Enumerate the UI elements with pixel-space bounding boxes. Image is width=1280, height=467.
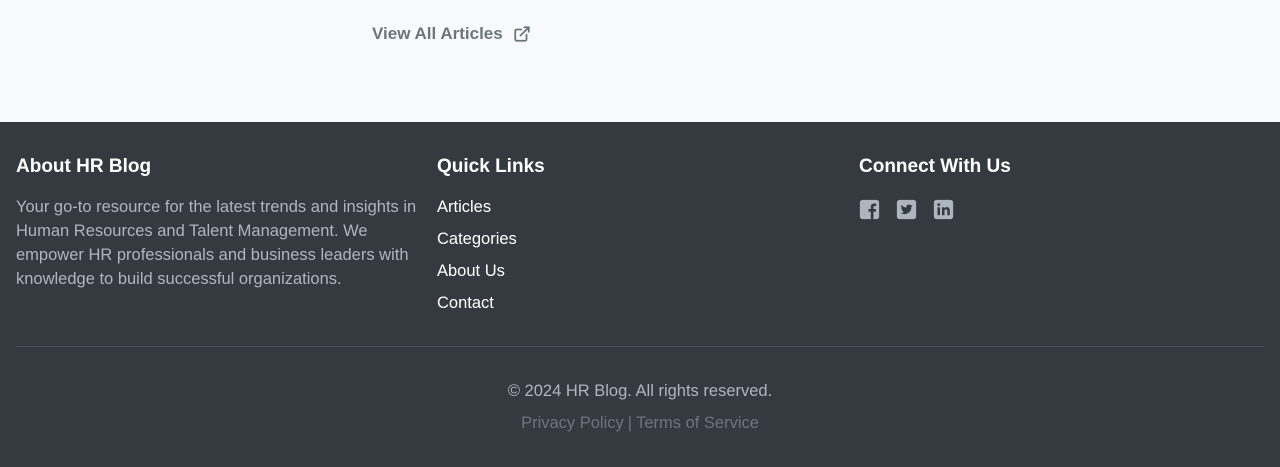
linkedin-icon xyxy=(933,199,954,220)
legal-links: Privacy Policy | Terms of Service xyxy=(0,411,1280,435)
quick-link-item: Articles xyxy=(437,195,837,227)
about-description: Your go-to resource for the latest trend… xyxy=(16,198,417,288)
about-heading: About HR Blog xyxy=(16,156,152,177)
linkedin-link[interactable] xyxy=(933,199,954,220)
social-links xyxy=(859,199,1259,220)
twitter-link[interactable] xyxy=(896,199,917,220)
external-link-icon xyxy=(514,26,530,42)
site-footer: About HR Blog Your go-to resource for th… xyxy=(0,122,1280,467)
quick-link-item: Categories xyxy=(437,227,837,259)
quick-links-list: Articles Categories About Us Contact xyxy=(437,195,837,323)
facebook-link[interactable] xyxy=(859,199,880,220)
footer-connect-column: Connect With Us xyxy=(859,155,1259,220)
quick-link-item: Contact xyxy=(437,291,837,323)
quick-link-about-us[interactable]: About Us xyxy=(437,262,505,280)
quick-link-item: About Us xyxy=(437,259,837,291)
footer-about-column: About HR Blog Your go-to resource for th… xyxy=(16,155,422,291)
quick-link-contact[interactable]: Contact xyxy=(437,294,494,312)
quick-link-articles[interactable]: Articles xyxy=(437,198,491,216)
twitter-icon xyxy=(896,199,917,220)
content-bottom-section: View All Articles xyxy=(0,0,1280,122)
footer-divider xyxy=(16,346,1264,347)
view-all-articles-link[interactable]: View All Articles xyxy=(372,23,531,45)
facebook-icon xyxy=(859,199,880,220)
copyright-text: © 2024 HR Blog. All rights reserved. xyxy=(507,382,773,400)
terms-of-service-link[interactable]: Terms of Service xyxy=(636,414,759,432)
quick-links-heading: Quick Links xyxy=(437,156,545,177)
privacy-policy-link[interactable]: Privacy Policy xyxy=(521,414,624,432)
footer-quick-links-column: Quick Links Articles Categories About Us… xyxy=(437,155,837,323)
connect-heading: Connect With Us xyxy=(859,156,1011,177)
view-all-articles-label: View All Articles xyxy=(372,24,503,43)
legal-separator: | xyxy=(627,414,633,432)
quick-link-categories[interactable]: Categories xyxy=(437,230,517,248)
